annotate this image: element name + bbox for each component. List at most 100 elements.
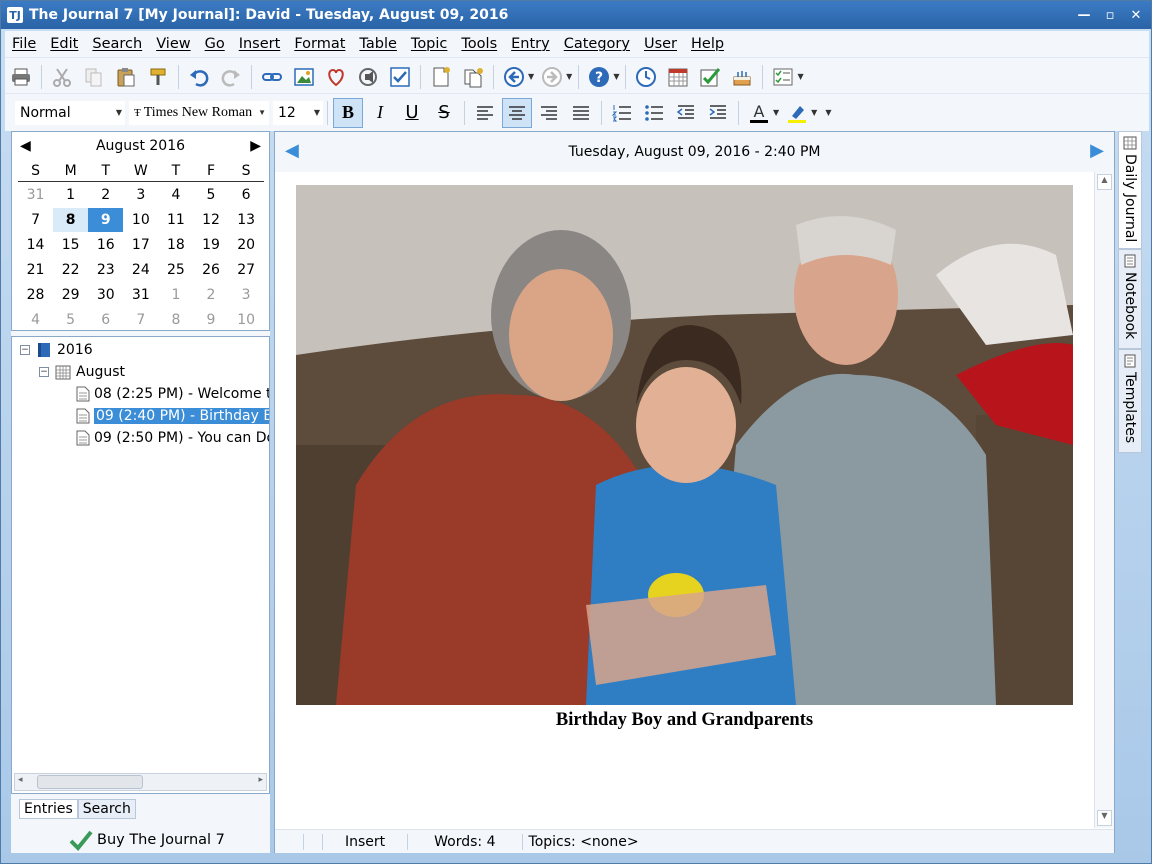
calendar-day[interactable]: 1 — [53, 187, 88, 203]
menu-table[interactable]: Table — [352, 36, 404, 52]
maximize-button[interactable]: ▫ — [1099, 5, 1121, 25]
strikethrough-button[interactable]: S — [429, 98, 459, 128]
prev-month-icon[interactable]: ◀ — [20, 138, 31, 154]
title-bar[interactable]: TJ The Journal 7 [My Journal]: David - T… — [1, 1, 1151, 29]
calendar-day[interactable]: 24 — [123, 262, 158, 278]
calendar-day[interactable]: 13 — [229, 212, 264, 228]
calendar-day[interactable]: 2 — [88, 187, 123, 203]
menu-tools[interactable]: Tools — [454, 36, 504, 52]
forward-dropdown-icon[interactable]: ▼ — [566, 72, 572, 81]
font-color-icon[interactable]: A — [744, 98, 774, 128]
print-icon[interactable] — [6, 62, 36, 92]
scroll-thumb[interactable] — [37, 775, 143, 789]
redo-icon[interactable] — [216, 62, 246, 92]
birthday-cake-icon[interactable] — [727, 62, 757, 92]
calendar-day[interactable]: 10 — [229, 312, 264, 328]
scroll-left-icon[interactable]: ◂ — [18, 775, 23, 785]
minimize-button[interactable]: — — [1073, 5, 1095, 25]
scroll-right-icon[interactable]: ▸ — [258, 775, 263, 785]
task-check-icon[interactable] — [695, 62, 725, 92]
calendar-day[interactable]: 4 — [158, 187, 193, 203]
calendar-day[interactable]: 4 — [18, 312, 53, 328]
calendar-day[interactable]: 12 — [193, 212, 228, 228]
toolbar-overflow-icon[interactable]: ▼ — [797, 72, 803, 81]
menu-format[interactable]: Format — [287, 36, 352, 52]
collapse-icon[interactable]: − — [39, 367, 49, 377]
justify-icon[interactable] — [566, 98, 596, 128]
calendar-day[interactable]: 21 — [18, 262, 53, 278]
align-right-icon[interactable] — [534, 98, 564, 128]
menu-insert[interactable]: Insert — [232, 36, 288, 52]
menu-search[interactable]: Search — [85, 36, 149, 52]
menu-edit[interactable]: Edit — [43, 36, 85, 52]
calendar-day[interactable]: 7 — [18, 212, 53, 228]
decrease-indent-icon[interactable] — [671, 98, 701, 128]
editor-vertical-scrollbar[interactable]: ▲ ▼ — [1094, 172, 1114, 828]
tree-node-year[interactable]: − 2016 — [20, 340, 93, 360]
menu-entry[interactable]: Entry — [504, 36, 557, 52]
calendar-day[interactable]: 2 — [193, 287, 228, 303]
increase-indent-icon[interactable] — [703, 98, 733, 128]
tree-horizontal-scrollbar[interactable]: ◂ ▸ — [14, 773, 267, 791]
calendar-day[interactable]: 14 — [18, 237, 53, 253]
calendar-day[interactable]: 6 — [229, 187, 264, 203]
underline-button[interactable]: U — [397, 98, 427, 128]
back-icon[interactable] — [499, 62, 529, 92]
calendar-day[interactable]: 5 — [193, 187, 228, 203]
tree-node-month[interactable]: − August — [39, 362, 125, 382]
tab-entries[interactable]: Entries — [19, 799, 78, 819]
image-icon[interactable] — [289, 62, 319, 92]
bullet-list-icon[interactable] — [639, 98, 669, 128]
copy-icon[interactable] — [79, 62, 109, 92]
calendar-day[interactable]: 23 — [88, 262, 123, 278]
entry-photo[interactable] — [296, 185, 1073, 705]
bold-button[interactable]: B — [333, 97, 363, 128]
calendar-day[interactable]: 7 — [123, 312, 158, 328]
paste-icon[interactable] — [111, 62, 141, 92]
calendar-day[interactable]: 1 — [158, 287, 193, 303]
prev-entry-icon[interactable]: ◀ — [285, 140, 299, 161]
checklist-icon[interactable] — [768, 62, 798, 92]
back-dropdown-icon[interactable]: ▼ — [528, 72, 534, 81]
calendar-day[interactable]: 20 — [229, 237, 264, 253]
highlight-dropdown-icon[interactable]: ▼ — [811, 108, 817, 117]
calendar-day-selected[interactable]: 9 — [88, 207, 124, 232]
numbered-list-icon[interactable] — [607, 98, 637, 128]
style-select[interactable]: Normal ▼ — [15, 100, 125, 125]
collapse-icon[interactable]: − — [20, 345, 30, 355]
calendar-day[interactable]: 31 — [123, 287, 158, 303]
menu-topic[interactable]: Topic — [404, 36, 454, 52]
calendar-day[interactable]: 17 — [123, 237, 158, 253]
menu-view[interactable]: View — [149, 36, 197, 52]
forward-icon[interactable] — [537, 62, 567, 92]
calendar-icon[interactable] — [663, 62, 693, 92]
calendar-day[interactable]: 15 — [53, 237, 88, 253]
link-icon[interactable] — [257, 62, 287, 92]
menu-file[interactable]: File — [5, 36, 43, 52]
font-select[interactable]: Ŧ Times New Roman ▼ — [129, 100, 269, 125]
next-month-icon[interactable]: ▶ — [250, 138, 261, 154]
align-center-icon[interactable] — [502, 97, 532, 128]
calendar-day[interactable]: 22 — [53, 262, 88, 278]
calendar-day-with-entry[interactable]: 8 — [53, 207, 89, 232]
calendar-day[interactable]: 29 — [53, 287, 88, 303]
calendar-day[interactable]: 27 — [229, 262, 264, 278]
align-left-icon[interactable] — [470, 98, 500, 128]
tree-entry-item[interactable]: 08 (2:25 PM) - Welcome to The Journal — [76, 384, 269, 404]
scroll-down-icon[interactable]: ▼ — [1097, 810, 1112, 826]
calendar-day[interactable]: 28 — [18, 287, 53, 303]
calendar-day[interactable]: 3 — [229, 287, 264, 303]
calendar-day[interactable]: 31 — [18, 187, 53, 203]
calendar-day[interactable]: 3 — [123, 187, 158, 203]
help-dropdown-icon[interactable]: ▼ — [613, 72, 619, 81]
menu-help[interactable]: Help — [684, 36, 731, 52]
clock-icon[interactable] — [631, 62, 661, 92]
tab-search[interactable]: Search — [77, 799, 136, 819]
menu-user[interactable]: User — [637, 36, 684, 52]
tab-daily-journal[interactable]: Daily Journal — [1118, 131, 1142, 249]
calendar-day[interactable]: 25 — [158, 262, 193, 278]
calendar-day[interactable]: 11 — [158, 212, 193, 228]
font-size-select[interactable]: 12 ▼ — [273, 100, 323, 125]
heart-icon[interactable] — [321, 62, 351, 92]
calendar-day[interactable]: 10 — [123, 212, 158, 228]
